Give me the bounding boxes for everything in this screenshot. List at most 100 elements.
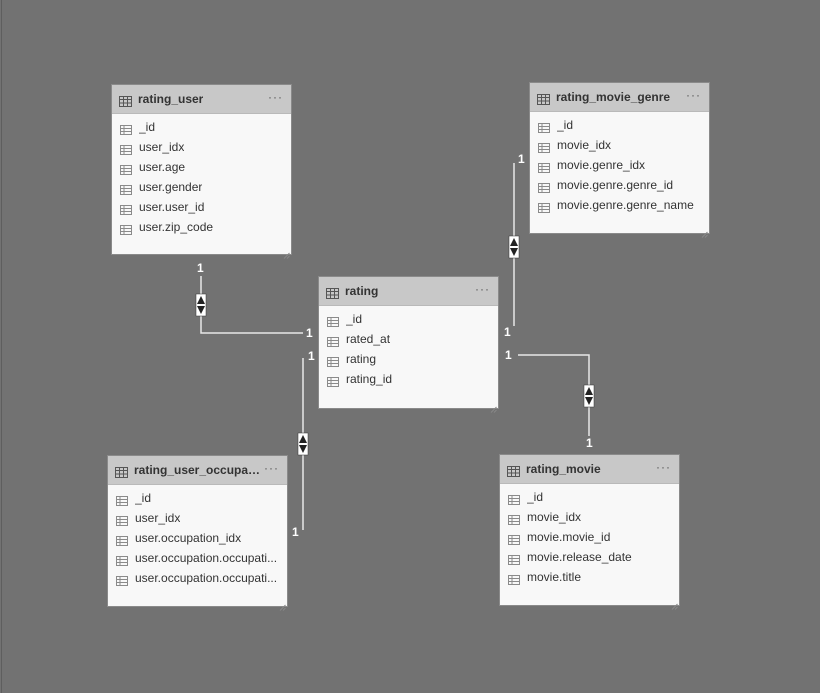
- field-row[interactable]: _id: [500, 487, 679, 507]
- column-icon: [508, 512, 520, 525]
- resize-grip-icon[interactable]: [283, 246, 290, 259]
- field-name: movie.release_date: [527, 550, 632, 564]
- table-icon: [115, 465, 128, 478]
- field-name: movie.title: [527, 570, 582, 584]
- field-name: rating: [346, 352, 377, 366]
- field-row[interactable]: user.age: [112, 157, 291, 177]
- column-icon: [538, 180, 550, 193]
- column-icon: [120, 122, 132, 135]
- table-header[interactable]: rating_user_occupati... ···: [108, 456, 287, 485]
- cardinality-label: 1: [197, 261, 204, 275]
- column-icon: [327, 334, 339, 347]
- field-row[interactable]: user.user_id: [112, 197, 291, 217]
- field-row[interactable]: movie.movie_id: [500, 527, 679, 547]
- field-name: user.user_id: [139, 200, 205, 214]
- resize-grip-icon[interactable]: [279, 598, 286, 611]
- column-icon: [538, 120, 550, 133]
- column-icon: [327, 374, 339, 387]
- cardinality-label: 1: [306, 326, 313, 340]
- field-row[interactable]: movie.release_date: [500, 547, 679, 567]
- column-icon: [120, 202, 132, 215]
- table-card-rating-user-occupation[interactable]: rating_user_occupati... ··· _id user_idx use…: [107, 455, 288, 611]
- field-name: movie.movie_id: [527, 530, 611, 544]
- resize-grip-icon[interactable]: [701, 225, 708, 238]
- field-name: _id: [557, 118, 574, 132]
- field-row[interactable]: movie.genre_idx: [530, 155, 709, 175]
- table-icon: [326, 286, 339, 299]
- field-row[interactable]: _id: [108, 488, 287, 508]
- field-name: user.gender: [139, 180, 203, 194]
- more-options-button[interactable]: ···: [475, 282, 490, 296]
- column-icon: [327, 314, 339, 327]
- field-row[interactable]: rating: [319, 349, 498, 369]
- column-icon: [116, 533, 128, 546]
- field-name: movie.genre.genre_id: [557, 178, 674, 192]
- table-header[interactable]: rating_movie_genre ···: [530, 83, 709, 112]
- more-options-button[interactable]: ···: [264, 461, 279, 475]
- column-icon: [538, 200, 550, 213]
- relationship-user-rating[interactable]: 1 1: [195, 261, 313, 340]
- field-name: movie.genre_idx: [557, 158, 646, 172]
- field-row[interactable]: movie.genre.genre_id: [530, 175, 709, 195]
- field-list: _id movie_idx movie.movie_id movie.release_…: [500, 484, 679, 587]
- table-card-rating-movie-genre[interactable]: rating_movie_genre ··· _id movie_idx movie.g…: [529, 82, 710, 238]
- bidirectional-filter-icon: [583, 384, 595, 408]
- field-list: _id movie_idx movie.genre_idx movie.genre.g…: [530, 112, 709, 215]
- column-icon: [508, 572, 520, 585]
- table-card-rating[interactable]: rating ··· _id rated_at rating rating_id: [318, 276, 499, 413]
- field-row[interactable]: movie_idx: [530, 135, 709, 155]
- field-list: _id user_idx user.age user.gender user.user_…: [112, 114, 291, 237]
- field-row[interactable]: _id: [319, 309, 498, 329]
- more-options-button[interactable]: ···: [268, 90, 283, 104]
- table-title: rating_user: [138, 92, 204, 106]
- bidirectional-filter-icon: [195, 293, 207, 317]
- table-header[interactable]: rating_user ···: [112, 85, 291, 114]
- field-row[interactable]: user.occupation.occupati...: [108, 548, 287, 568]
- table-header[interactable]: rating ···: [319, 277, 498, 306]
- field-row[interactable]: user.occupation_idx: [108, 528, 287, 548]
- resize-grip-icon[interactable]: [490, 400, 497, 413]
- field-row[interactable]: user.gender: [112, 177, 291, 197]
- field-name: movie.genre.genre_name: [557, 198, 694, 212]
- cardinality-label: 1: [308, 349, 315, 363]
- field-row[interactable]: rated_at: [319, 329, 498, 349]
- field-list: _id rated_atrating rating_id: [319, 306, 498, 389]
- column-icon: [327, 354, 339, 367]
- table-header[interactable]: rating_movie ···: [500, 455, 679, 484]
- cardinality-label: 1: [518, 152, 525, 166]
- relationship-occupation-rating[interactable]: 1 1: [292, 349, 315, 539]
- field-row[interactable]: _id: [530, 115, 709, 135]
- column-icon: [120, 222, 132, 235]
- model-canvas[interactable]: 1 1 1 1 1 1 1 1 rating_user ··· _id user…: [0, 0, 820, 693]
- table-title: rating_movie_genre: [556, 90, 671, 104]
- relationship-genre-rating[interactable]: 1 1: [504, 152, 525, 339]
- field-row[interactable]: rating_id: [319, 369, 498, 389]
- field-name: _id: [527, 490, 544, 504]
- column-icon: [538, 140, 550, 153]
- cardinality-label: 1: [586, 436, 593, 450]
- field-row[interactable]: user_idx: [108, 508, 287, 528]
- column-icon: [538, 160, 550, 173]
- field-name: _id: [139, 120, 156, 134]
- column-icon: [116, 513, 128, 526]
- table-icon: [507, 464, 520, 477]
- field-row[interactable]: user.zip_code: [112, 217, 291, 237]
- column-icon: [508, 492, 520, 505]
- relationship-movie-rating[interactable]: 1 1: [505, 348, 595, 450]
- resize-grip-icon[interactable]: [671, 597, 678, 610]
- table-card-rating-user[interactable]: rating_user ··· _id user_idx user.age user.ge…: [111, 84, 292, 259]
- more-options-button[interactable]: ···: [686, 88, 701, 102]
- field-row[interactable]: _id: [112, 117, 291, 137]
- more-options-button[interactable]: ···: [656, 460, 671, 474]
- field-row[interactable]: user.occupation.occupati...: [108, 568, 287, 588]
- field-row[interactable]: movie.title: [500, 567, 679, 587]
- field-row[interactable]: movie_idx: [500, 507, 679, 527]
- field-name: user.zip_code: [139, 220, 214, 234]
- field-row[interactable]: user_idx: [112, 137, 291, 157]
- cardinality-label: 1: [505, 348, 512, 362]
- field-row[interactable]: movie.genre.genre_name: [530, 195, 709, 215]
- column-icon: [116, 553, 128, 566]
- column-icon: [120, 182, 132, 195]
- table-card-rating-movie[interactable]: rating_movie ··· _id movie_idx movie.movie_i…: [499, 454, 680, 610]
- column-icon: [508, 552, 520, 565]
